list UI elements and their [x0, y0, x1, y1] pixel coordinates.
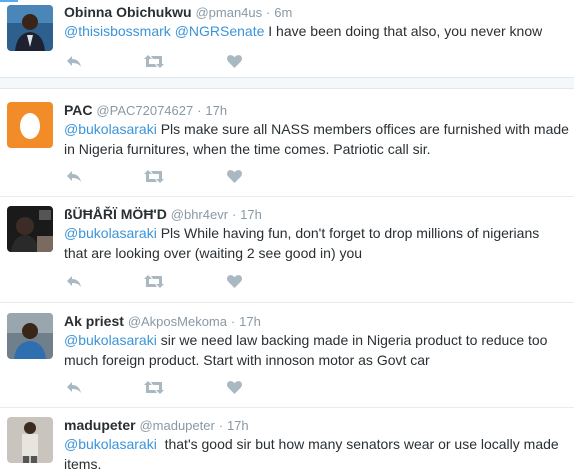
tweet-item[interactable]: Obinna Obichukwu @pman4us · 6m @thisisbo…: [0, 2, 574, 76]
avatar[interactable]: [7, 313, 53, 359]
tweet-text: @bukolasaraki sir we need law backing ma…: [64, 330, 569, 370]
heart-icon[interactable]: [224, 52, 244, 70]
tweet-actions: [64, 272, 264, 290]
author-handle[interactable]: @PAC72074627: [96, 103, 193, 118]
author-handle[interactable]: @madupeter: [139, 418, 214, 433]
avatar[interactable]: [7, 102, 53, 148]
tweet-item[interactable]: PAC @PAC72074627 · 17h @bukolasaraki Pls…: [0, 99, 574, 191]
author-handle[interactable]: @pman4us: [195, 5, 262, 20]
tweet-body: I have been doing that also, you never k…: [264, 23, 543, 39]
mention-link[interactable]: @thisisbossmark: [64, 23, 171, 39]
author-name[interactable]: madupeter: [64, 417, 136, 433]
tweet-body: that's good sir but how many senators we…: [156, 436, 559, 452]
tweet-body: sir we need law backing made in Nigeria …: [156, 332, 548, 348]
tweet-header: Obinna Obichukwu @pman4us · 6m: [64, 3, 292, 22]
author-name[interactable]: PAC: [64, 102, 93, 118]
tweet-body: Pls make sure all NASS members offices a…: [156, 121, 569, 137]
reply-icon[interactable]: [64, 167, 84, 185]
avatar[interactable]: [7, 5, 53, 51]
author-name[interactable]: ßÜĦÅŘÏ MÖĦ'D: [64, 206, 167, 222]
author-name[interactable]: Ak priest: [64, 313, 124, 329]
author-handle[interactable]: @bhr4evr: [171, 207, 228, 222]
author-handle[interactable]: @AkposMekoma: [128, 314, 227, 329]
reply-icon[interactable]: [64, 272, 84, 290]
mention-link[interactable]: @NGRSenate: [175, 23, 265, 39]
tweet-body-line2: much foreign product. Start with innoson…: [64, 352, 430, 368]
separator-dot: ·: [266, 5, 271, 20]
reply-icon[interactable]: [64, 52, 84, 70]
retweet-icon[interactable]: [144, 272, 164, 290]
timestamp[interactable]: 17h: [239, 314, 261, 329]
tweet-actions: [64, 52, 264, 70]
author-name[interactable]: Obinna Obichukwu: [64, 4, 192, 20]
tweet-body: Pls While having fun, don't forget to dr…: [156, 225, 540, 241]
timestamp[interactable]: 17h: [227, 418, 249, 433]
tweet-body-line2: in Nigeria furnitures, when the time com…: [64, 141, 431, 157]
retweet-icon[interactable]: [144, 167, 164, 185]
mention-link[interactable]: @bukolasaraki: [64, 436, 157, 452]
tweet-header: Ak priest @AkposMekoma · 17h: [64, 312, 261, 331]
tweet-text: @thisisbossmark @NGRSenate I have been d…: [64, 21, 569, 41]
separator-dot: ·: [197, 103, 202, 118]
tweet-body-line2: that are looking over (waiting 2 see goo…: [64, 245, 363, 261]
avatar[interactable]: [7, 206, 53, 252]
retweet-icon[interactable]: [144, 52, 164, 70]
retweet-icon[interactable]: [144, 378, 164, 396]
separator-dot: ·: [231, 207, 237, 222]
heart-icon[interactable]: [224, 272, 244, 290]
mention-link[interactable]: @bukolasaraki: [64, 225, 157, 241]
stream-gap: [0, 77, 574, 89]
tweet-text: @bukolasaraki Pls While having fun, don'…: [64, 223, 569, 263]
timestamp[interactable]: 17h: [205, 103, 227, 118]
tweet-item[interactable]: madupeter @madupeter · 17h @bukolasaraki…: [0, 407, 574, 474]
tweet-actions: [64, 378, 264, 396]
tweet-body-line2: items.: [64, 456, 102, 472]
tweet-text: @bukolasaraki that's good sir but how ma…: [64, 434, 569, 474]
timestamp[interactable]: 6m: [274, 5, 292, 20]
reply-icon[interactable]: [64, 378, 84, 396]
mention-link[interactable]: @bukolasaraki: [64, 121, 157, 137]
tweet-item[interactable]: Ak priest @AkposMekoma · 17h @bukolasara…: [0, 302, 574, 403]
tweet-header: PAC @PAC72074627 · 17h: [64, 101, 227, 120]
heart-icon[interactable]: [224, 378, 244, 396]
avatar[interactable]: [7, 417, 53, 463]
separator-dot: ·: [218, 418, 224, 433]
mention-link[interactable]: @bukolasaraki: [64, 332, 157, 348]
timestamp[interactable]: 17h: [240, 207, 262, 222]
tweet-header: madupeter @madupeter · 17h: [64, 416, 249, 435]
tweet-text: @bukolasaraki Pls make sure all NASS mem…: [64, 119, 569, 159]
tweet-header: ßÜĦÅŘÏ MÖĦ'D @bhr4evr · 17h: [64, 205, 262, 224]
separator-dot: ·: [230, 314, 236, 329]
tweet-actions: [64, 167, 264, 185]
heart-icon[interactable]: [224, 167, 244, 185]
tweet-item[interactable]: ßÜĦÅŘÏ MÖĦ'D @bhr4evr · 17h @bukolasarak…: [0, 196, 574, 297]
